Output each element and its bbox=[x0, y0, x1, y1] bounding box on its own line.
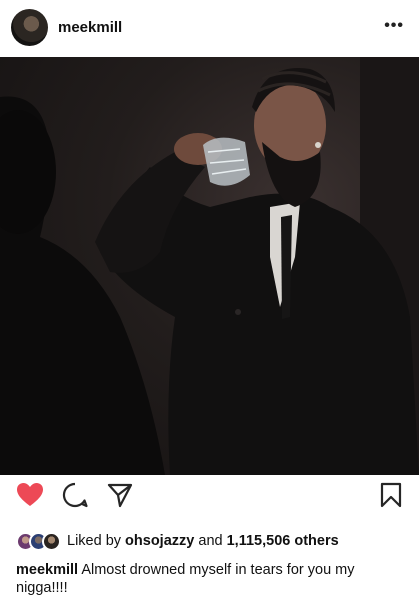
post-image[interactable] bbox=[0, 57, 419, 475]
post-username[interactable]: meekmill bbox=[58, 19, 122, 36]
liker-avatar bbox=[42, 531, 61, 551]
likes-first-user[interactable]: ohsojazzy bbox=[125, 533, 194, 549]
post-caption: meekmill Almost drowned myself in tears … bbox=[16, 561, 408, 597]
likes-count[interactable]: 1,115,506 others bbox=[227, 533, 339, 549]
like-heart-icon[interactable] bbox=[16, 482, 44, 508]
caption-username[interactable]: meekmill bbox=[16, 562, 78, 578]
likes-prefix: Liked by bbox=[67, 533, 122, 549]
post-actions bbox=[0, 482, 419, 522]
likes-summary[interactable]: Liked by ohsojazzy and 1,115,506 others bbox=[16, 530, 339, 552]
share-icon[interactable] bbox=[107, 482, 133, 508]
comment-icon[interactable] bbox=[62, 482, 88, 508]
more-options-icon[interactable]: ••• bbox=[384, 17, 404, 35]
post-header: meekmill ••• bbox=[0, 0, 419, 57]
avatar[interactable] bbox=[11, 9, 48, 46]
post-photo-illustration bbox=[0, 57, 419, 475]
likes-connector: and bbox=[198, 533, 223, 549]
bookmark-icon[interactable] bbox=[380, 482, 402, 508]
